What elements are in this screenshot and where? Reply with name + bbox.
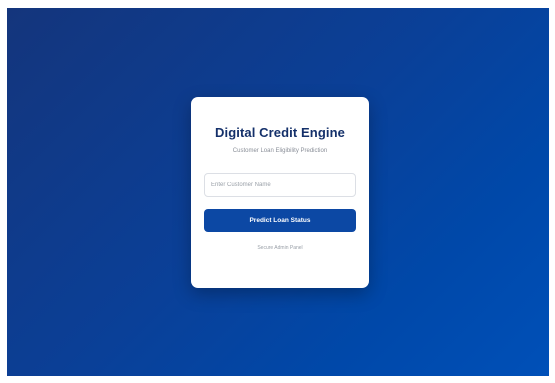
- app-background: Digital Credit Engine Customer Loan Elig…: [7, 8, 549, 376]
- login-card: Digital Credit Engine Customer Loan Elig…: [191, 97, 369, 288]
- secure-admin-panel-link[interactable]: Secure Admin Panel: [204, 245, 356, 251]
- predict-loan-status-button[interactable]: Predict Loan Status: [204, 209, 356, 232]
- app-title: Digital Credit Engine: [215, 125, 345, 140]
- customer-name-input[interactable]: [204, 173, 356, 197]
- app-subtitle: Customer Loan Eligibility Prediction: [232, 148, 328, 154]
